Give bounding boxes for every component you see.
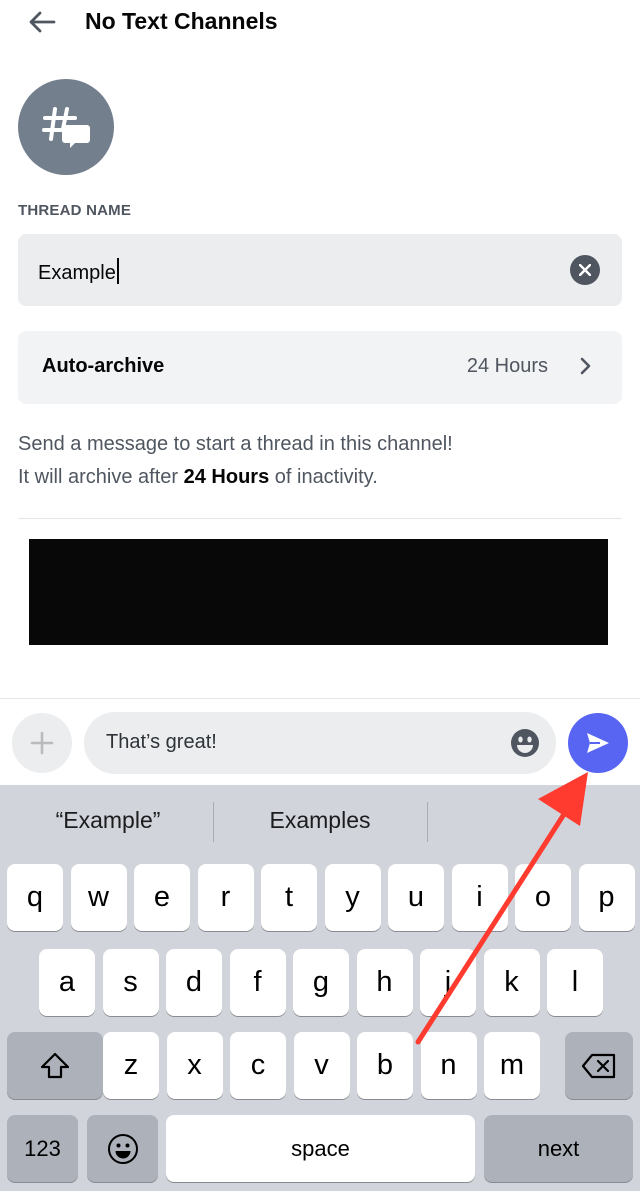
- annotation-arrow: [415, 772, 588, 1045]
